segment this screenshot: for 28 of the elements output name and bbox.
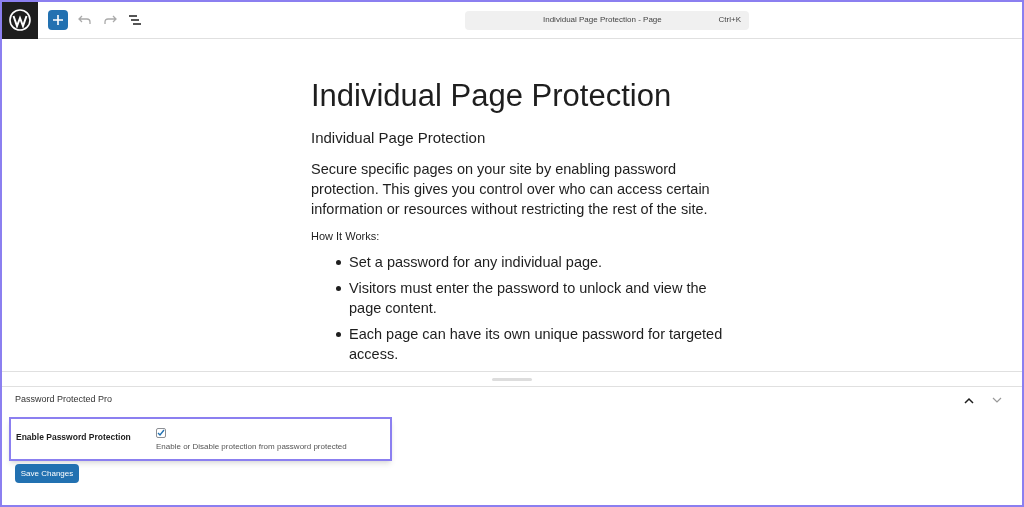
chevron-down-icon[interactable] bbox=[992, 396, 1002, 404]
list-item: Set a password for any individual page. bbox=[349, 253, 603, 272]
document-title: Individual Page Protection - Page bbox=[543, 14, 662, 26]
page-title: Individual Page Protection bbox=[311, 77, 673, 115]
bullet-icon bbox=[336, 286, 341, 291]
intro-paragraph: Secure specific pages on your site by enabling password protection. This gives you control over who can access certain information or resources without restricting the rest of the site. bbox=[311, 159, 711, 219]
section-label: How It Works: bbox=[311, 228, 381, 244]
list-item: Visitors must enter the password to unlock and view the page content. bbox=[349, 279, 708, 318]
add-block-button[interactable] bbox=[48, 10, 68, 30]
resize-handle[interactable] bbox=[492, 377, 532, 381]
command-bar[interactable]: Individual Page Protection - Page Ctrl+K bbox=[465, 10, 749, 30]
redo-icon[interactable] bbox=[103, 13, 117, 27]
page-subtitle: Individual Page Protection bbox=[311, 128, 487, 148]
wordpress-icon bbox=[8, 8, 32, 32]
panel-title: Password Protected Pro bbox=[15, 393, 113, 407]
undo-icon[interactable] bbox=[78, 13, 92, 27]
list-view-icon[interactable] bbox=[128, 14, 142, 26]
shortcut-hint: Ctrl+K bbox=[718, 14, 741, 26]
setting-description: Enable or Disable protection from password protected bbox=[156, 441, 347, 453]
plus-icon bbox=[53, 15, 63, 25]
wordpress-logo[interactable] bbox=[2, 2, 38, 39]
setting-label: Enable Password Protection bbox=[16, 431, 132, 444]
list-item: Each page can have its own unique password for targeted access. bbox=[349, 325, 724, 364]
save-changes-button[interactable]: Save Changes bbox=[15, 464, 79, 483]
bullet-icon bbox=[336, 260, 341, 265]
checkbox[interactable] bbox=[156, 428, 166, 438]
chevron-up-icon[interactable] bbox=[964, 396, 974, 404]
bullet-icon bbox=[336, 332, 341, 337]
